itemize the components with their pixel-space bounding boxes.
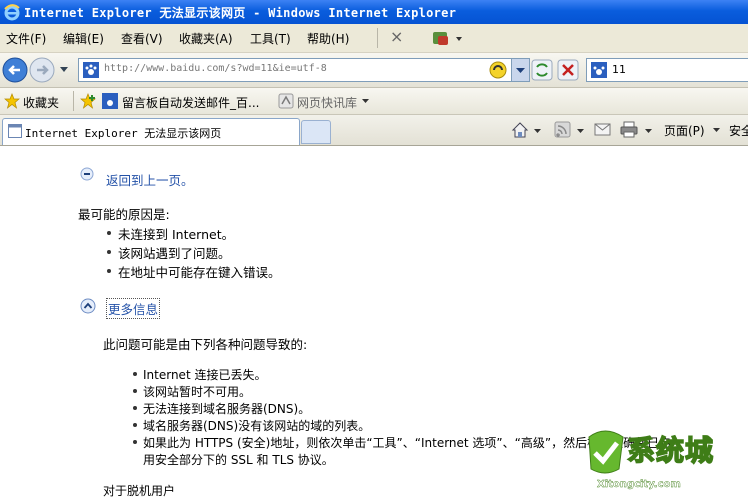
compatibility-icon[interactable] bbox=[489, 61, 507, 79]
offline-users-heading: 对于脱机用户 bbox=[103, 484, 176, 498]
tab-label: Internet Explorer 无法显示该网页 bbox=[25, 127, 222, 140]
forward-button-icon[interactable] bbox=[29, 57, 55, 83]
cause-item: 该网站遇到了问题。 bbox=[118, 246, 231, 261]
page-error-icon bbox=[8, 124, 22, 138]
home-icon[interactable] bbox=[511, 120, 545, 140]
favorites-bar: 收藏夹 留言板自动发送邮件_百... 网页快讯库 bbox=[0, 88, 748, 115]
navigation-buttons bbox=[2, 57, 68, 83]
web-slice-gallery-link[interactable]: 网页快讯库 bbox=[297, 94, 357, 111]
issue-item: 无法连接到域名服务器(DNS)。 bbox=[143, 402, 311, 416]
cause-bullet bbox=[107, 231, 111, 235]
back-button-icon[interactable] bbox=[2, 57, 28, 83]
close-menu-icon[interactable]: × bbox=[390, 27, 403, 46]
page-content: 返回到上一页。 最可能的原因是: 未连接到 Internet。 该网站遇到了问题… bbox=[0, 146, 748, 498]
search-field[interactable]: 11 bbox=[586, 58, 748, 82]
likely-causes-heading: 最可能的原因是: bbox=[78, 207, 170, 222]
back-link[interactable]: 返回到上一页。 bbox=[106, 170, 194, 189]
watermark-domain: Xitongcity.com bbox=[597, 479, 681, 490]
back-bullet-icon bbox=[80, 167, 94, 181]
add-favorite-icon[interactable] bbox=[80, 93, 98, 109]
window-title: Internet Explorer 无法显示该网页 - Windows Inte… bbox=[24, 6, 457, 20]
menu-edit[interactable]: 编辑(E) bbox=[63, 30, 104, 47]
toolbar-tools-icon[interactable] bbox=[432, 29, 464, 47]
issue-bullet bbox=[133, 389, 137, 393]
cause-item: 在地址中可能存在键入错误。 bbox=[118, 265, 281, 280]
web-slice-icon bbox=[278, 93, 294, 109]
stop-icon[interactable] bbox=[557, 59, 579, 81]
issue-bullet bbox=[133, 423, 137, 427]
address-field[interactable]: http://www.baidu.com/s?wd=11&ie=utf-8 bbox=[78, 58, 530, 82]
menu-tools[interactable]: 工具(T) bbox=[250, 30, 291, 47]
cause-bullet bbox=[107, 250, 111, 254]
favorites-separator bbox=[73, 91, 74, 111]
favorites-button[interactable]: 收藏夹 bbox=[23, 94, 59, 111]
search-text: 11 bbox=[612, 63, 626, 76]
menu-file[interactable]: 文件(F) bbox=[6, 30, 46, 47]
menu-bar: 文件(F) 编辑(E) 查看(V) 收藏夹(A) 工具(T) 帮助(H) × bbox=[0, 24, 748, 53]
history-dropdown-icon[interactable] bbox=[60, 67, 68, 72]
collapse-info-icon[interactable] bbox=[80, 298, 96, 314]
chevron-down-icon[interactable] bbox=[713, 127, 721, 135]
mail-icon[interactable] bbox=[594, 122, 612, 138]
favorite-item-icon bbox=[102, 93, 118, 109]
tab-bar: Internet Explorer 无法显示该网页 页面(P) 安全 bbox=[0, 115, 748, 146]
issue-bullet bbox=[133, 440, 137, 444]
menu-view[interactable]: 查看(V) bbox=[121, 30, 163, 47]
address-toolbar: http://www.baidu.com/s?wd=11&ie=utf-8 11 bbox=[0, 53, 748, 88]
address-url: http://www.baidu.com/s?wd=11&ie=utf-8 bbox=[104, 63, 327, 74]
favorite-link-1[interactable]: 留言板自动发送邮件_百... bbox=[122, 94, 259, 111]
watermark-logo: 系统城 Xitongcity.com bbox=[579, 421, 739, 493]
issue-item-continued: 用安全部分下的 SSL 和 TLS 协议。 bbox=[143, 453, 334, 467]
issue-item: 域名服务器(DNS)没有该网站的域的列表。 bbox=[143, 419, 371, 433]
ie-logo-icon bbox=[4, 4, 20, 21]
issue-item: 该网站暂时不可用。 bbox=[143, 385, 252, 399]
issue-bullet bbox=[133, 406, 137, 410]
search-provider-icon bbox=[591, 62, 607, 78]
cause-bullet bbox=[107, 269, 111, 273]
issue-item: Internet 连接已丢失。 bbox=[143, 368, 267, 382]
rss-feed-icon[interactable] bbox=[554, 120, 588, 140]
star-icon bbox=[4, 93, 20, 109]
chevron-down-icon[interactable] bbox=[362, 97, 370, 105]
refresh-icon[interactable] bbox=[531, 59, 553, 81]
print-icon[interactable] bbox=[620, 120, 656, 140]
issue-intro-text: 此问题可能是由下列各种问题导致的: bbox=[103, 337, 308, 352]
menu-separator bbox=[377, 28, 378, 48]
baidu-favicon-icon bbox=[83, 62, 99, 78]
issue-bullet bbox=[133, 372, 137, 376]
watermark-emblem-icon bbox=[588, 430, 624, 474]
title-bar: Internet Explorer 无法显示该网页 - Windows Inte… bbox=[0, 0, 748, 24]
safety-menu-button[interactable]: 安全 bbox=[729, 122, 748, 139]
cause-item: 未连接到 Internet。 bbox=[118, 227, 235, 242]
new-tab-button[interactable] bbox=[301, 120, 331, 144]
menu-favorites[interactable]: 收藏夹(A) bbox=[179, 30, 233, 47]
watermark-brand: 系统城 bbox=[626, 433, 715, 468]
more-info-link[interactable]: 更多信息 bbox=[106, 298, 161, 319]
address-dropdown-button[interactable] bbox=[511, 59, 529, 81]
tab-active[interactable]: Internet Explorer 无法显示该网页 bbox=[2, 118, 300, 145]
chevron-down-icon bbox=[516, 68, 525, 73]
page-menu-button[interactable]: 页面(P) bbox=[664, 122, 705, 139]
menu-help[interactable]: 帮助(H) bbox=[307, 30, 349, 47]
